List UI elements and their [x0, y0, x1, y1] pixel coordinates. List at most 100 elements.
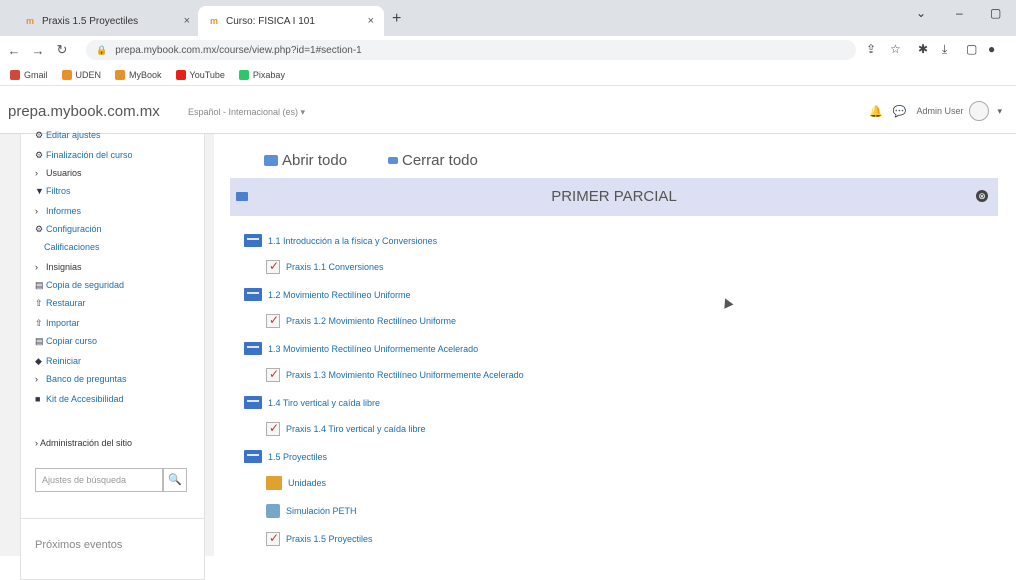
chevron-right-icon: ›: [35, 168, 38, 178]
gear-icon: ⚙: [35, 130, 44, 140]
chat-icon[interactable]: 💬: [893, 105, 907, 118]
simulation-icon: [266, 504, 280, 518]
course-content: Abrir todo Cerrar todo PRIMER PARCIAL ⊗ …: [214, 134, 1016, 556]
sidebar: ⚙ Editar ajustes ⚙ Finalización del curso …: [0, 130, 214, 580]
maximize-icon[interactable]: ▢: [990, 6, 1001, 20]
upload-icon: ⇧: [35, 298, 43, 308]
sidebar-item-importar[interactable]: ⇧ Importar: [35, 318, 80, 329]
reload-icon[interactable]: ↻: [52, 42, 72, 58]
close-icon[interactable]: ×: [184, 15, 190, 27]
chevron-right-icon: ›: [35, 206, 38, 216]
sidebar-item-filtros[interactable]: ▼ Filtros: [35, 186, 71, 196]
sidebar-item-insignias[interactable]: › Insignias: [35, 262, 82, 272]
user-menu: 🔔 💬 Admin User ▾: [869, 101, 1002, 121]
bookmark-gmail[interactable]: Gmail: [10, 69, 48, 80]
section-header[interactable]: PRIMER PARCIAL ⊗: [230, 178, 998, 216]
activity-quiz[interactable]: Praxis 1.2 Movimiento Rectilíneo Uniform…: [266, 313, 456, 328]
tab-title: Praxis 1.5 Proyectiles: [42, 15, 139, 27]
profile-icon[interactable]: ●: [988, 42, 995, 56]
chevron-right-icon: ›: [35, 374, 38, 384]
bookmark-uden[interactable]: UDEN: [61, 69, 101, 80]
activity-label[interactable]: 1.4 Tiro vertical y caída libre: [244, 396, 380, 409]
quiz-icon: [266, 259, 280, 274]
moodle-favicon-icon: m: [209, 16, 218, 26]
forward-icon[interactable]: →: [28, 43, 48, 58]
quiz-icon: [266, 367, 280, 382]
search-icon[interactable]: 🔍: [163, 468, 187, 492]
activity-quiz[interactable]: Praxis 1.5 Proyectiles: [266, 531, 373, 546]
bookmark-pixabay[interactable]: Pixabay: [238, 69, 285, 80]
section-toggle-icon[interactable]: ⊗: [976, 190, 988, 202]
activity-quiz[interactable]: Praxis 1.4 Tiro vertical y caída libre: [266, 421, 426, 436]
site-navbar: prepa.mybook.com.mx Español - Internacio…: [0, 87, 1016, 134]
minimize-icon[interactable]: –: [956, 6, 963, 20]
bookmark-mybook[interactable]: MyBook: [115, 69, 162, 80]
star-icon[interactable]: ☆: [890, 42, 901, 56]
youtube-icon: [175, 69, 186, 80]
upcoming-events-block: Próximos eventos: [20, 518, 205, 580]
pixabay-icon: [238, 69, 249, 80]
gmail-icon: [10, 69, 20, 80]
language-selector[interactable]: Español - Internacional (es) ▾: [188, 107, 305, 118]
collapse-icon: [388, 157, 398, 164]
back-icon[interactable]: ←: [4, 43, 24, 58]
user-name[interactable]: Admin User: [916, 106, 963, 116]
download-icon[interactable]: ⤓: [942, 42, 947, 57]
settings-search-input[interactable]: Ajustes de búsqueda: [35, 468, 163, 492]
close-all-link[interactable]: Cerrar todo: [388, 152, 478, 169]
label-icon: [244, 342, 262, 355]
sidebar-item-restaurar[interactable]: ⇧ Restaurar: [35, 298, 86, 309]
gear-icon: ⚙: [35, 150, 44, 160]
browser-tab-active[interactable]: m Curso: FÍSICA I 101 ×: [198, 6, 384, 36]
browser-tab-strip: m Praxis 1.5 Proyectiles × m Curso: FÍSI…: [0, 0, 1016, 36]
browser-tab[interactable]: m Praxis 1.5 Proyectiles ×: [14, 6, 200, 36]
tab-search-icon[interactable]: ⌄: [916, 6, 926, 20]
new-tab-icon[interactable]: +: [392, 10, 401, 28]
activity-label[interactable]: 1.2 Movimiento Rectilíneo Uniforme: [244, 288, 411, 301]
share-icon[interactable]: ⇪: [866, 42, 876, 56]
bookmarks-bar: Gmail UDEN MyBook YouTube Pixabay: [0, 64, 1016, 86]
avatar[interactable]: [969, 101, 990, 121]
file-icon: ▤: [35, 280, 44, 290]
quiz-icon: [266, 421, 280, 436]
label-icon: [244, 288, 262, 301]
activity-folder[interactable]: Unidades: [266, 476, 326, 490]
administration-block: ⚙ Editar ajustes ⚙ Finalización del curso …: [20, 130, 205, 545]
activity-quiz[interactable]: Praxis 1.3 Movimiento Rectilíneo Uniform…: [266, 367, 524, 382]
sidebar-item-configuracion[interactable]: ⚙ Configuración: [35, 224, 102, 235]
bell-icon[interactable]: 🔔: [869, 105, 883, 118]
sidebar-item-editar-ajustes[interactable]: ⚙ Editar ajustes: [35, 130, 101, 141]
sidebar-item-admin-sitio[interactable]: › Administración del sitio: [35, 438, 132, 448]
sidebar-item-reiniciar[interactable]: ◆ Reiniciar: [35, 356, 81, 367]
open-all-link[interactable]: Abrir todo: [264, 152, 347, 169]
sidepanel-icon[interactable]: ▢: [966, 42, 977, 56]
chevron-down-icon[interactable]: ▾: [997, 106, 1002, 117]
sidebar-item-calificaciones[interactable]: Calificaciones: [33, 242, 100, 252]
activity-quiz[interactable]: Praxis 1.1 Conversiones: [266, 259, 384, 274]
activity-label[interactable]: 1.5 Proyectiles: [244, 450, 327, 463]
sidebar-item-informes[interactable]: › Informes: [35, 206, 81, 216]
activity-label[interactable]: 1.1 Introducción a la física y Conversio…: [244, 234, 437, 247]
sidebar-item-kit-accesibilidad[interactable]: ■ Kit de Accesibilidad: [35, 394, 124, 404]
folder-icon: [266, 476, 282, 490]
sidebar-item-finalizacion[interactable]: ⚙ Finalización del curso: [35, 150, 133, 161]
close-icon[interactable]: ×: [368, 15, 374, 27]
address-bar[interactable]: 🔒 prepa.mybook.com.mx/course/view.php?id…: [86, 40, 856, 60]
site-brand[interactable]: prepa.mybook.com.mx: [8, 103, 160, 120]
sidebar-item-usuarios[interactable]: › Usuarios: [35, 168, 82, 178]
activity-label[interactable]: 1.3 Movimiento Rectilíneo Uniformemente …: [244, 342, 478, 355]
activity-simulation[interactable]: Simulación PETH: [266, 504, 357, 518]
moodle-favicon-icon: m: [25, 16, 34, 26]
upload-icon: ⇧: [35, 318, 43, 328]
tab-title: Curso: FÍSICA I 101: [226, 15, 315, 27]
sidebar-item-copiar-curso[interactable]: ▤ Copiar curso: [35, 336, 97, 347]
sidebar-item-banco-preguntas[interactable]: › Banco de preguntas: [35, 374, 127, 384]
moodle-icon: [115, 69, 126, 80]
extensions-icon[interactable]: ✱: [918, 42, 928, 56]
quiz-icon: [266, 531, 280, 546]
label-icon: [244, 234, 262, 247]
lock-icon: 🔒: [96, 44, 108, 55]
sidebar-item-copia-seguridad[interactable]: ▤ Copia de seguridad: [35, 280, 124, 291]
bookmark-youtube[interactable]: YouTube: [175, 69, 225, 80]
reset-icon: ◆: [35, 356, 42, 366]
